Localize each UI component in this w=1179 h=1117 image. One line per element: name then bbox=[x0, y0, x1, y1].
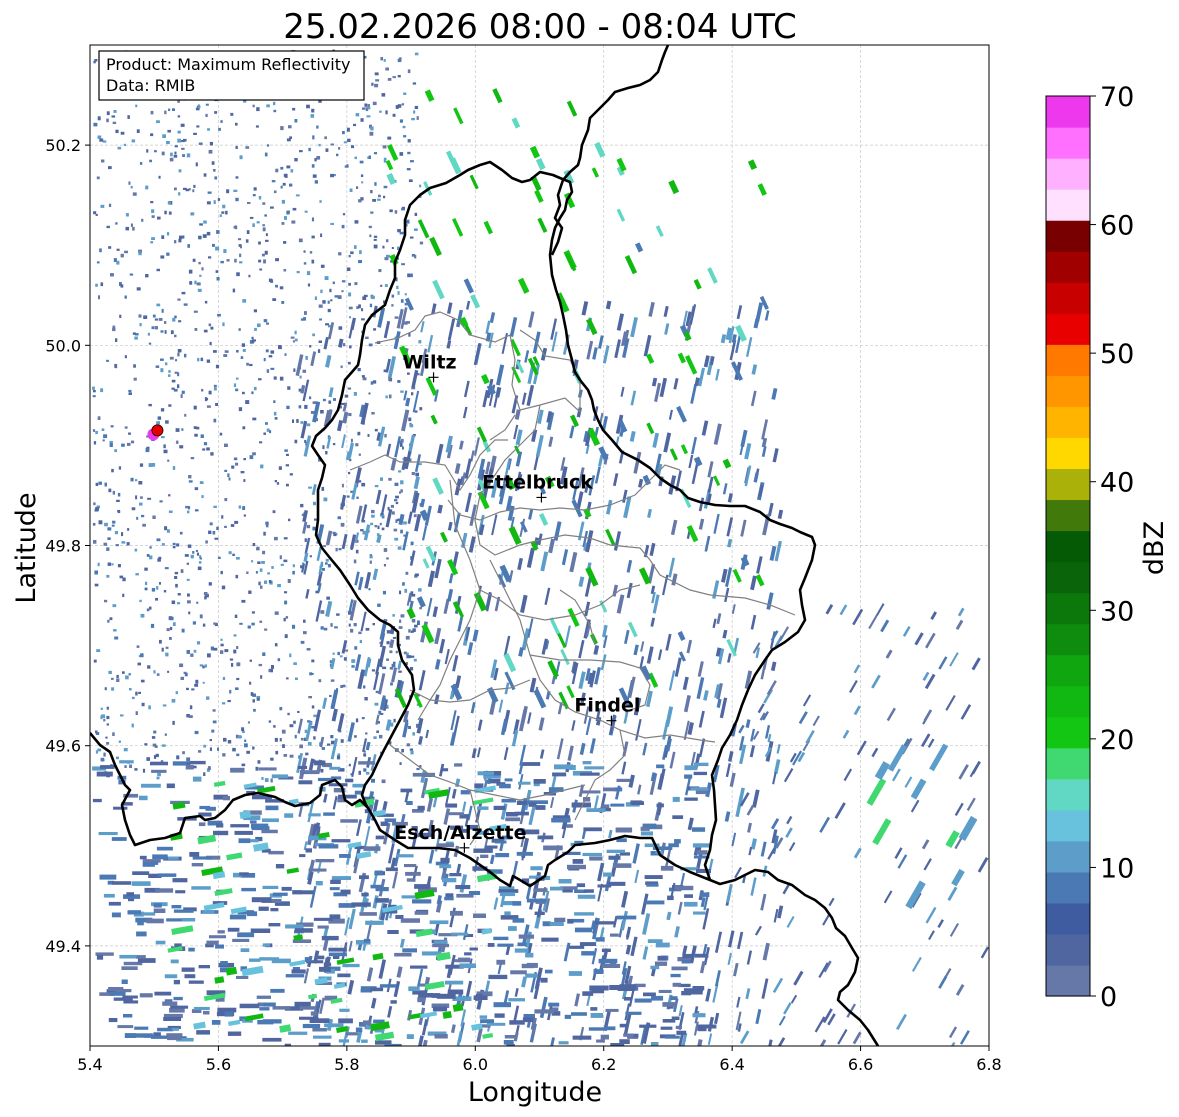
place-label: Ettelbruck bbox=[482, 471, 593, 493]
colorbar-band bbox=[1046, 344, 1090, 376]
colorbar-band bbox=[1046, 685, 1090, 718]
colorbar-band bbox=[1046, 158, 1090, 190]
colorbar-band bbox=[1046, 592, 1090, 625]
info-box-source: Data: RMIB bbox=[106, 76, 195, 95]
x-tick-label: 5.4 bbox=[77, 1055, 102, 1074]
colorbar-band bbox=[1046, 468, 1090, 501]
colorbar-band bbox=[1046, 375, 1090, 407]
colorbar-band bbox=[1046, 871, 1090, 904]
x-tick-label: 5.6 bbox=[206, 1055, 231, 1074]
y-axis-label: Latitude bbox=[11, 492, 42, 603]
y-tick-label: 49.4 bbox=[45, 937, 81, 956]
y-tick-label: 50.0 bbox=[45, 336, 81, 355]
colorbar-band bbox=[1046, 623, 1090, 656]
colorbar-tick-label: 50 bbox=[1100, 339, 1134, 370]
colorbar-band bbox=[1046, 189, 1090, 221]
colorbar-band bbox=[1046, 499, 1090, 532]
colorbar-band bbox=[1046, 437, 1090, 470]
colorbar-band bbox=[1046, 840, 1090, 873]
colorbar-band bbox=[1046, 530, 1090, 563]
x-tick-label: 5.8 bbox=[334, 1055, 359, 1074]
colorbar-tick-label: 70 bbox=[1100, 82, 1134, 113]
colorbar-band bbox=[1046, 313, 1090, 345]
y-tick-label: 49.6 bbox=[45, 737, 81, 756]
colorbar: 0 10 20 30 40 50 60 70 dBZ bbox=[1045, 82, 1170, 1013]
colorbar-tick-label: 20 bbox=[1100, 725, 1134, 756]
colorbar-band bbox=[1046, 902, 1090, 935]
colorbar-ticks: 0 10 20 30 40 50 60 70 bbox=[1090, 82, 1134, 1013]
radar-map-figure: 25.02.2026 08:00 - 08:04 UTC WiltzEttelb… bbox=[11, 7, 1170, 1108]
colorbar-label: dBZ bbox=[1139, 521, 1170, 575]
plot-area: Wiltz Ettelbruck Findel Esch/Alzette bbox=[89, 44, 990, 1047]
colorbar-band bbox=[1046, 561, 1090, 594]
colorbar-band bbox=[1046, 778, 1090, 811]
colorbar-band bbox=[1046, 964, 1090, 997]
colorbar-tick-label: 10 bbox=[1100, 853, 1134, 884]
y-tick-label: 50.2 bbox=[45, 136, 81, 155]
y-tick-label: 49.8 bbox=[45, 537, 81, 556]
x-axis-ticks: 5.4 5.6 5.8 6.0 6.2 6.4 6.6 6.8 bbox=[77, 1046, 1002, 1074]
colorbar-tick-label: 0 bbox=[1100, 982, 1117, 1013]
colorbar-tick-label: 30 bbox=[1100, 596, 1134, 627]
colorbar-band bbox=[1046, 933, 1090, 966]
place-label: Esch/Alzette bbox=[394, 822, 526, 844]
info-box-product: Product: Maximum Reflectivity bbox=[106, 55, 350, 74]
colorbar-band bbox=[1046, 654, 1090, 687]
x-tick-label: 6.8 bbox=[976, 1055, 1001, 1074]
colorbar-tick-label: 40 bbox=[1100, 468, 1134, 499]
colorbar-band bbox=[1046, 282, 1090, 314]
colorbar-band bbox=[1046, 747, 1090, 780]
x-tick-label: 6.4 bbox=[719, 1055, 744, 1074]
colorbar-band bbox=[1046, 251, 1090, 283]
colorbar-band bbox=[1046, 716, 1090, 749]
colorbar-band bbox=[1046, 96, 1090, 128]
place-label: Wiltz bbox=[402, 351, 456, 373]
colorbar-band bbox=[1046, 809, 1090, 842]
x-tick-label: 6.0 bbox=[463, 1055, 488, 1074]
colorbar-bands bbox=[1046, 96, 1090, 997]
x-tick-label: 6.2 bbox=[591, 1055, 616, 1074]
map-title: 25.02.2026 08:00 - 08:04 UTC bbox=[283, 7, 797, 47]
colorbar-band bbox=[1046, 220, 1090, 252]
colorbar-band bbox=[1046, 127, 1090, 159]
colorbar-tick-label: 60 bbox=[1100, 211, 1134, 242]
colorbar-band bbox=[1046, 406, 1090, 438]
x-tick-label: 6.6 bbox=[848, 1055, 873, 1074]
x-axis-label: Longitude bbox=[468, 1077, 602, 1108]
y-axis-ticks: 49.4 49.6 49.8 50.0 50.2 bbox=[45, 136, 90, 956]
info-box: Product: Maximum Reflectivity Data: RMIB bbox=[98, 50, 365, 101]
place-label: Findel bbox=[574, 695, 640, 717]
